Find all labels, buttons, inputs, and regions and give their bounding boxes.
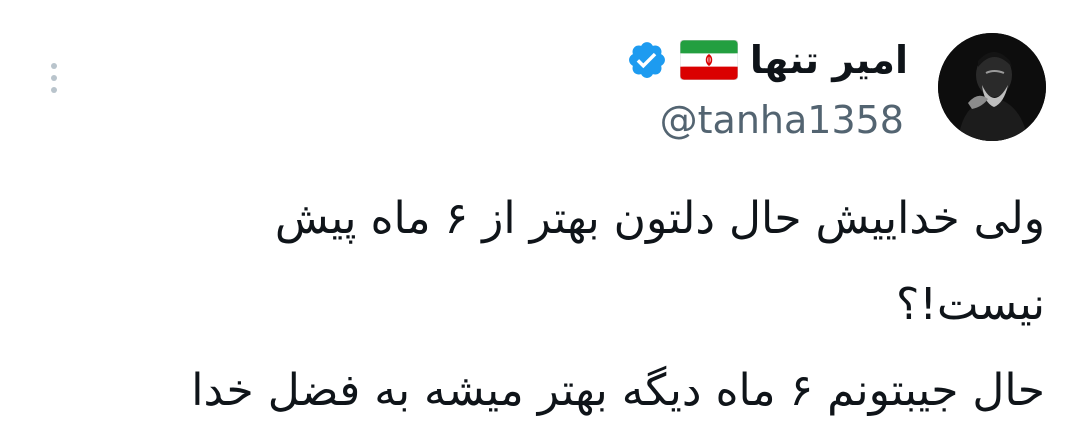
avatar-image <box>938 33 1046 141</box>
more-options-button[interactable] <box>36 56 72 100</box>
iran-flag-icon <box>679 40 738 80</box>
author-name-row: امیر تنها <box>626 32 908 88</box>
verified-badge-icon[interactable] <box>626 39 668 81</box>
tweet-text: ولی خداییش حال دلتون بهتر از ۶ ماه پیش ن… <box>55 176 1045 434</box>
tweet-card: امیر تنها @tanha1358 ولی خداییش حال دلتو… <box>0 0 1079 435</box>
tweet-text-line: نیست!؟ <box>896 279 1045 330</box>
more-options-icon-dot <box>51 75 57 81</box>
tweet-text-line: ولی خداییش حال دلتون بهتر از ۶ ماه پیش <box>274 193 1045 244</box>
avatar[interactable] <box>938 33 1046 141</box>
tweet-text-line: حال جیبتونم ۶ ماه دیگه بهتر میشه به فضل … <box>191 365 1045 416</box>
display-name[interactable]: امیر تنها <box>750 32 908 88</box>
more-options-icon-dot <box>51 87 57 93</box>
author-handle[interactable]: @tanha1358 <box>660 92 904 148</box>
more-options-icon <box>51 63 57 69</box>
